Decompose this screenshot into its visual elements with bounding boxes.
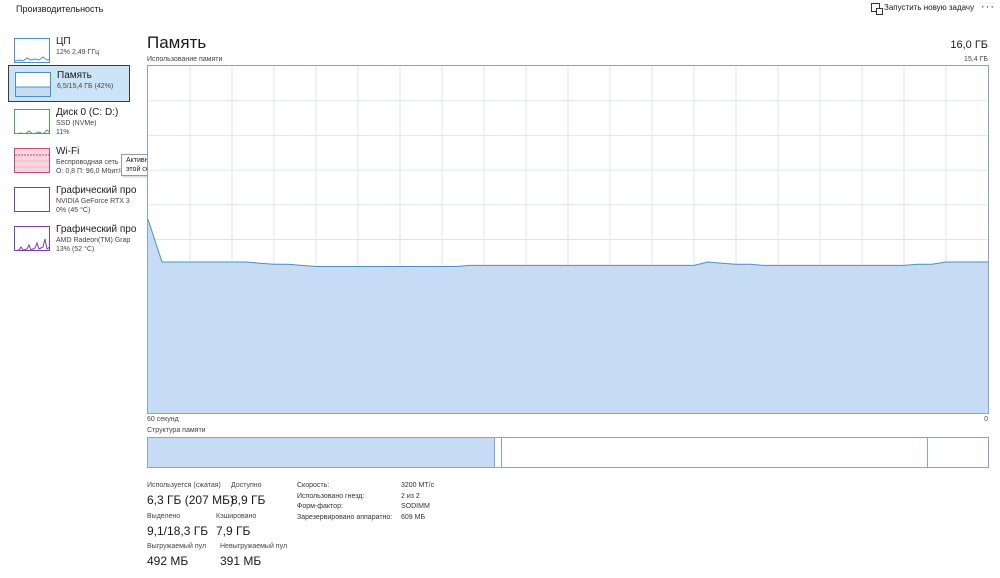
sidebar-item-gpu-0[interactable]: Графический про NVIDIA GeForce RTX 305 0… (8, 181, 136, 218)
sidebar-item-label: Графический про (56, 185, 137, 196)
sidebar-item-detail-2: 11% (56, 129, 70, 136)
stat-available: Доступно 8,9 ГБ (231, 482, 265, 507)
sidebar-item-detail-2: О: 0,8 П: 96,0 Мбит/с (56, 168, 124, 175)
stat-committed: Выделено 9,1/18,3 ГБ (147, 513, 208, 538)
run-new-task-label: Запустить новую задачу (884, 3, 975, 12)
sidebar-item-detail: AMD Radeon(TM) Graph (56, 237, 130, 244)
title-bar: Производительность Запустить новую задач… (0, 0, 1000, 20)
property-value: 3200 MT/с (401, 482, 435, 489)
sidebar-item-detail: 6,5/15,4 ГБ (42%) (57, 83, 114, 90)
property-row: Использовано гнезд: 2 из 2 (297, 493, 434, 504)
cpu-thumbnail (14, 38, 50, 63)
stat-value: 492 МБ (147, 554, 189, 568)
window-title: Производительность (16, 4, 104, 14)
memory-standby-segment[interactable] (502, 438, 928, 467)
sidebar-item-detail-2: 0% (45 °C) (56, 207, 91, 214)
gpu-0-thumbnail (14, 187, 50, 212)
stat-value: 6,3 ГБ (207 МБ) (147, 493, 234, 507)
property-row: Зарезервировано аппаратно: 609 МБ (297, 514, 434, 525)
memory-thumbnail (15, 72, 51, 97)
memory-structure-label: Структура памяти (147, 427, 206, 434)
sidebar-item-detail-2: 13% (52 °C) (56, 246, 95, 253)
stat-paged-pool: Выгружаемый пул 492 МБ (147, 543, 206, 568)
more-options-button[interactable]: ··· (981, 1, 995, 13)
stat-label: Невыгружаемый пул (220, 543, 288, 550)
graph-max-label: 15,4 ГБ (964, 56, 988, 63)
page-title: Память (147, 33, 207, 52)
sidebar-item-label: Диск 0 (C: D:) (56, 107, 119, 118)
property-key: Скорость: (297, 482, 330, 489)
property-key: Форм-фактор: (297, 503, 343, 510)
gpu-1-thumbnail (14, 226, 50, 251)
graph-label: Использование памяти (147, 56, 223, 63)
sidebar-item-detail: NVIDIA GeForce RTX 305 (56, 198, 130, 205)
sidebar-item-memory[interactable]: Память 6,5/15,4 ГБ (42%) (8, 65, 130, 102)
property-row: Форм-фактор: SODIMM (297, 503, 434, 514)
disk-thumbnail (14, 109, 50, 134)
sidebar-item-label: Память (57, 70, 92, 81)
property-row: Скорость: 3200 MT/с (297, 482, 434, 493)
x-axis-end-label: 0 (984, 416, 988, 423)
stat-label: Выделено (147, 513, 181, 520)
sidebar-item-detail: SSD (NVMe) (56, 120, 97, 127)
stat-value: 391 МБ (220, 554, 262, 568)
stat-label: Кэшировано (216, 513, 257, 520)
sidebar-item-gpu-1[interactable]: Графический про AMD Radeon(TM) Graph 13%… (8, 220, 136, 257)
stat-cached: Кэшировано 7,9 ГБ (216, 513, 256, 538)
memory-usage-svg (147, 66, 988, 413)
sidebar-item-cpu[interactable]: ЦП 12% 2,49 ГГц (8, 32, 130, 69)
sidebar-item-wifi[interactable]: Wi-Fi Беспроводная сеть О: 0,8 П: 96,0 М… (8, 142, 130, 179)
property-key: Использовано гнезд: (297, 492, 365, 500)
sidebar-item-label: Графический про (56, 224, 137, 235)
sidebar-item-detail: Беспроводная сеть (56, 159, 119, 166)
total-memory: 16,0 ГБ (950, 39, 988, 51)
stat-label: Доступно (231, 482, 262, 489)
memory-usage-chart (147, 65, 989, 414)
stat-label: Выгружаемый пул (147, 543, 207, 550)
stat-non-paged-pool: Невыгружаемый пул 391 МБ (220, 543, 287, 568)
sidebar-item-detail: 12% 2,49 ГГц (56, 49, 100, 56)
stat-in-use: Используется (сжатая) 6,3 ГБ (207 МБ) (147, 482, 234, 507)
stat-value: 8,9 ГБ (231, 493, 266, 507)
run-new-task-button[interactable]: Запустить новую задачу (871, 3, 975, 15)
sidebar-item-disk[interactable]: Диск 0 (C: D:) SSD (NVMe) 11% (8, 103, 130, 140)
property-value: 609 МБ (401, 513, 426, 521)
memory-modified-segment[interactable] (495, 438, 502, 467)
sidebar-item-label: ЦП (56, 36, 71, 47)
property-value: 2 из 2 (401, 492, 420, 500)
property-key: Зарезервировано аппаратно: (297, 513, 393, 521)
property-value: SODIMM (401, 503, 430, 510)
sidebar-item-label: Wi-Fi (56, 146, 80, 157)
run-task-icon (871, 3, 883, 15)
stat-label: Используется (сжатая) (147, 482, 221, 489)
sidebar: ЦП 12% 2,49 ГГц Память 6,5/15,4 ГБ (42%)… (0, 24, 136, 578)
stat-value: 7,9 ГБ (216, 524, 251, 538)
x-axis-start-label: 60 секунд (147, 416, 179, 423)
memory-in-use-segment[interactable] (148, 438, 495, 467)
memory-structure-bar (147, 437, 989, 468)
wifi-thumbnail (14, 148, 50, 173)
memory-properties: Скорость: 3200 MT/с Использовано гнезд: 2 … (297, 482, 434, 524)
stat-value: 9,1/18,3 ГБ (147, 524, 209, 538)
